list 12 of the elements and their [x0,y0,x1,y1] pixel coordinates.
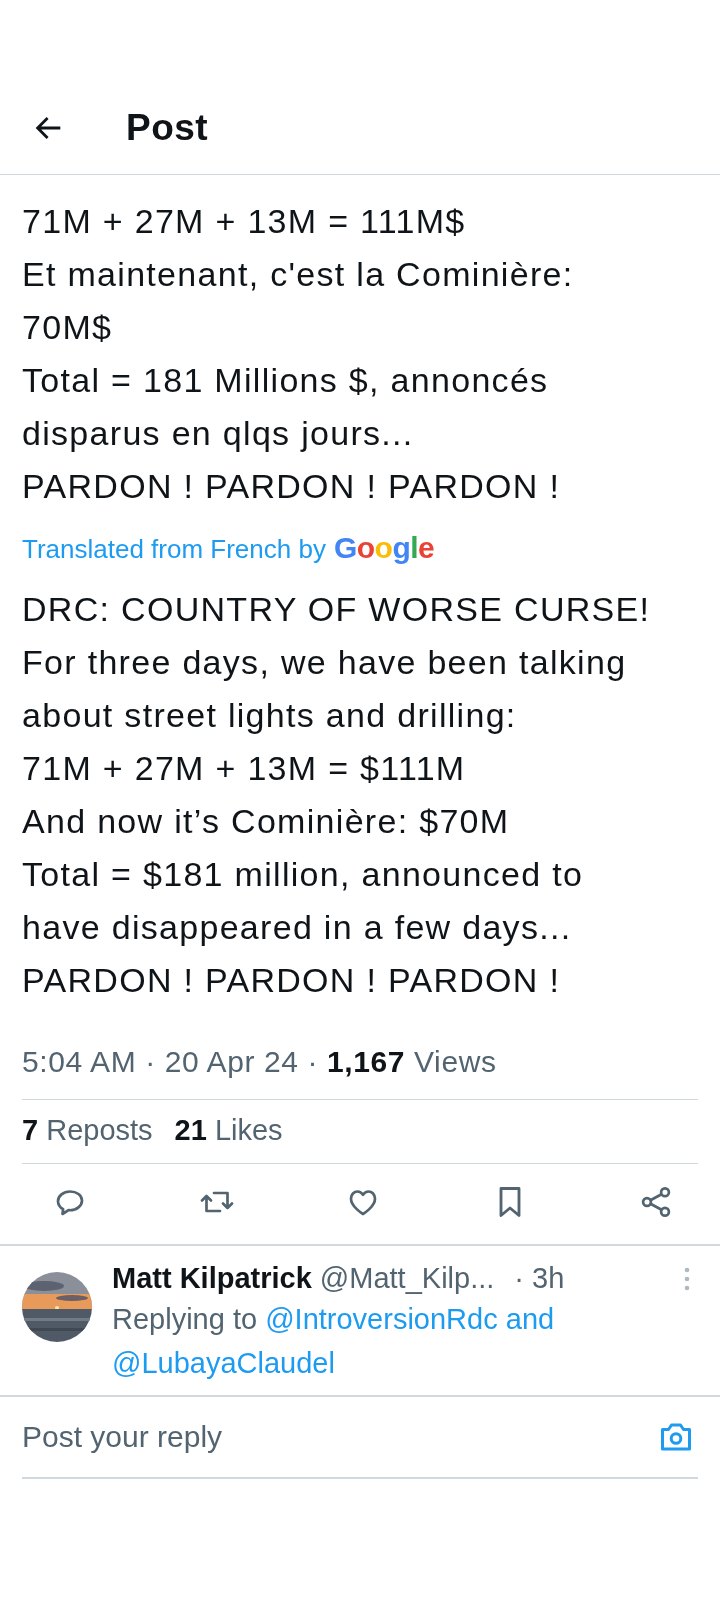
reply-field[interactable]: Post your reply [22,1420,658,1454]
translated-text: DRC: COUNTRY OF WORSE CURSE! For three days, we have been talking about street lights and drilling: 71M + 27M + 13M = $111M And now it’s Cominière: $70M Total = $181 million, announced to have disappeared in a few days... PARDON ! PARDON ! PARDON ! [22,589,652,1001]
user-handle: @Matt_Kilp... [319,1262,495,1295]
page-title: Post [126,107,209,149]
stat-link[interactable]: 21 Likes [174,1114,283,1147]
stat-link[interactable]: 7 Reposts [22,1114,153,1147]
post-metadata: 5:04 AM · 20 Apr 24 · 1,167 Views [22,1045,498,1079]
reply-time: · 3h [514,1262,565,1295]
replying-to-text: Replying to @IntroversionRdc and @LubayaClaudel [112,1302,556,1381]
google-logo: Google [333,531,435,565]
user-name[interactable]: Matt Kilpatrick [112,1262,312,1295]
post-text: 71M + 27M + 13M = 111M$ Et maintenant, c'est la Cominière: 70M$ Total = 181 Millions $, annoncés disparus en qlqs jours... PARDON ! PARDON ! PARDON ! [22,201,575,507]
